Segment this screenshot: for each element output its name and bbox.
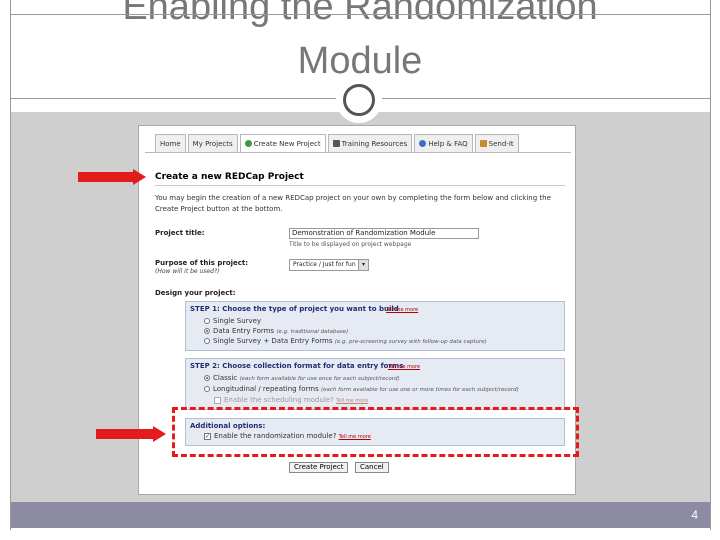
step2-box: STEP 2: Choose collection format for dat… <box>185 358 565 410</box>
radio-selected-icon[interactable] <box>204 328 210 334</box>
create-project-button[interactable]: Create Project <box>289 462 349 473</box>
ring-inner <box>343 84 375 116</box>
step1-title: STEP 1: Choose the type of project you w… <box>190 305 399 313</box>
step1-option-data-entry-forms[interactable]: Data Entry Forms (e.g. traditional datab… <box>204 327 348 335</box>
tab-label: Training Resources <box>341 139 408 148</box>
video-icon <box>332 140 340 147</box>
ring-ornament <box>336 77 382 123</box>
arrow-2-shaft <box>96 429 154 439</box>
tab-send-it[interactable]: Send-It <box>474 134 519 152</box>
option-label: Data Entry Forms <box>213 327 275 335</box>
design-label: Design your project: <box>155 289 236 297</box>
option-example: (e.g. traditional database) <box>276 329 349 335</box>
arrow-2-head <box>153 426 166 442</box>
step2-option-classic[interactable]: Classic (each form available for use onc… <box>204 374 400 382</box>
radio-icon[interactable] <box>204 338 210 344</box>
radio-selected-icon[interactable] <box>204 375 210 381</box>
purpose-sublabel: (How will it be used?) <box>155 268 220 275</box>
page-number: 4 <box>691 508 698 522</box>
section-title: Create a new REDCap Project <box>155 172 304 182</box>
tab-label: Home <box>160 139 181 148</box>
option-example: (each form available for use once for ea… <box>239 376 400 382</box>
slide-title-line1: Enabling the Randomization <box>122 0 598 28</box>
tab-label: Help & FAQ <box>428 139 468 148</box>
tab-home[interactable]: Home <box>155 134 186 152</box>
step1-option-survey-plus-forms[interactable]: Single Survey + Data Entry Forms (e.g. p… <box>204 337 487 345</box>
radio-icon[interactable] <box>204 318 210 324</box>
plus-icon <box>244 140 252 147</box>
scheduling-tell-more-link[interactable]: Tell me more <box>336 398 368 404</box>
header-rule-top <box>10 14 711 15</box>
checkbox-icon[interactable] <box>214 396 221 404</box>
arrow-1-head <box>133 169 146 185</box>
project-title-hint: Title to be displayed on project webpage <box>289 241 412 248</box>
radio-icon[interactable] <box>204 386 210 392</box>
highlight-box <box>172 407 579 457</box>
tab-training-resources[interactable]: Training Resources <box>327 134 413 152</box>
redcap-tabs: Home My Projects Create New Project Trai… <box>155 134 521 152</box>
project-title-input[interactable]: Demonstration of Randomization Module <box>289 228 479 239</box>
purpose-label: Purpose of this project: <box>155 259 249 267</box>
step2-option-longitudinal[interactable]: Longitudinal / repeating forms (each for… <box>204 385 519 393</box>
step2-title: STEP 2: Choose collection format for dat… <box>190 362 404 370</box>
tab-help-faq[interactable]: Help & FAQ <box>414 134 473 152</box>
option-example: (e.g. pre-screening survey with follow-u… <box>334 339 487 345</box>
tab-create-new-project[interactable]: Create New Project <box>239 134 326 152</box>
tab-label: My Projects <box>192 139 233 148</box>
project-title-label: Project title: <box>155 229 205 237</box>
slide-footer: 4 <box>11 502 710 528</box>
tab-label: Send-It <box>488 139 514 148</box>
chevron-down-icon: ▾ <box>358 260 368 270</box>
purpose-select-value: Practice / Just for fun <box>293 261 356 268</box>
option-label: Longitudinal / repeating forms <box>213 385 319 393</box>
scheduling-label: Enable the scheduling module? <box>224 396 334 404</box>
cancel-button[interactable]: Cancel <box>355 462 389 473</box>
option-label: Single Survey + Data Entry Forms <box>213 337 333 345</box>
tab-rule <box>145 152 571 153</box>
option-label: Single Survey <box>213 317 262 325</box>
purpose-select[interactable]: Practice / Just for fun ▾ <box>289 259 369 271</box>
step1-box: STEP 1: Choose the type of project you w… <box>185 301 565 351</box>
send-icon <box>479 140 487 147</box>
tab-label: Create New Project <box>253 139 321 148</box>
option-label: Classic <box>213 374 238 382</box>
step1-tell-more-link[interactable]: Tell me more <box>386 307 418 313</box>
arrow-1-shaft <box>78 172 134 182</box>
section-rule <box>155 185 565 186</box>
option-example: (each form available for use one or more… <box>321 387 519 393</box>
help-icon <box>419 140 427 147</box>
tab-my-projects[interactable]: My Projects <box>187 134 238 152</box>
step1-option-single-survey[interactable]: Single Survey <box>204 317 261 325</box>
step2-tell-more-link[interactable]: Tell me more <box>388 364 420 370</box>
intro-text: You may begin the creation of a new REDC… <box>155 194 551 213</box>
step2-scheduling-option[interactable]: Enable the scheduling module? Tell me mo… <box>214 396 368 404</box>
